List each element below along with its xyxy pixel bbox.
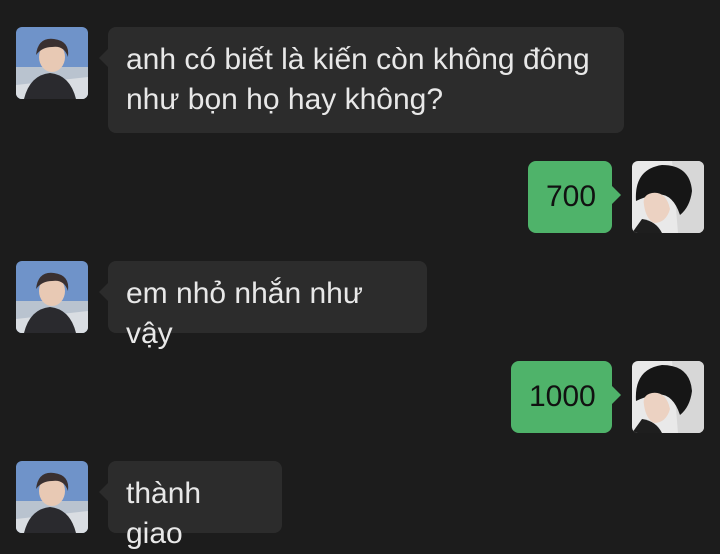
contact-avatar[interactable] <box>16 27 88 99</box>
bubble-tail <box>99 49 108 67</box>
message-bubble[interactable]: anh có biết là kiến còn không đông như b… <box>99 27 624 133</box>
message-text: em nhỏ nhắn như vậy <box>126 277 363 350</box>
message-bubble[interactable]: 1000 <box>511 361 621 433</box>
contact-avatar-image <box>16 461 88 533</box>
contact-avatar-image <box>16 27 88 99</box>
contact-avatar[interactable] <box>16 461 88 533</box>
message-bubble[interactable]: 700 <box>528 161 621 233</box>
bubble-tail <box>612 386 621 404</box>
bubble-tail <box>612 186 621 204</box>
message-text-line: anh có biết là kiến còn không đông <box>126 43 590 76</box>
contact-avatar-image <box>16 261 88 333</box>
my-avatar[interactable] <box>632 361 704 433</box>
message-text: thành giao <box>126 477 202 550</box>
my-avatar-image <box>632 161 704 233</box>
message-text: 1000 <box>529 380 596 413</box>
message-text-line: như bọn họ hay không? <box>126 83 444 116</box>
message-bubble[interactable]: thành giao <box>99 461 282 550</box>
message-bubble[interactable]: em nhỏ nhắn như vậy <box>99 261 427 350</box>
my-avatar[interactable] <box>632 161 704 233</box>
bubble-tail <box>99 283 108 301</box>
contact-avatar[interactable] <box>16 261 88 333</box>
message-text: 700 <box>546 180 597 213</box>
bubble-tail <box>99 483 108 501</box>
my-avatar-image <box>632 361 704 433</box>
